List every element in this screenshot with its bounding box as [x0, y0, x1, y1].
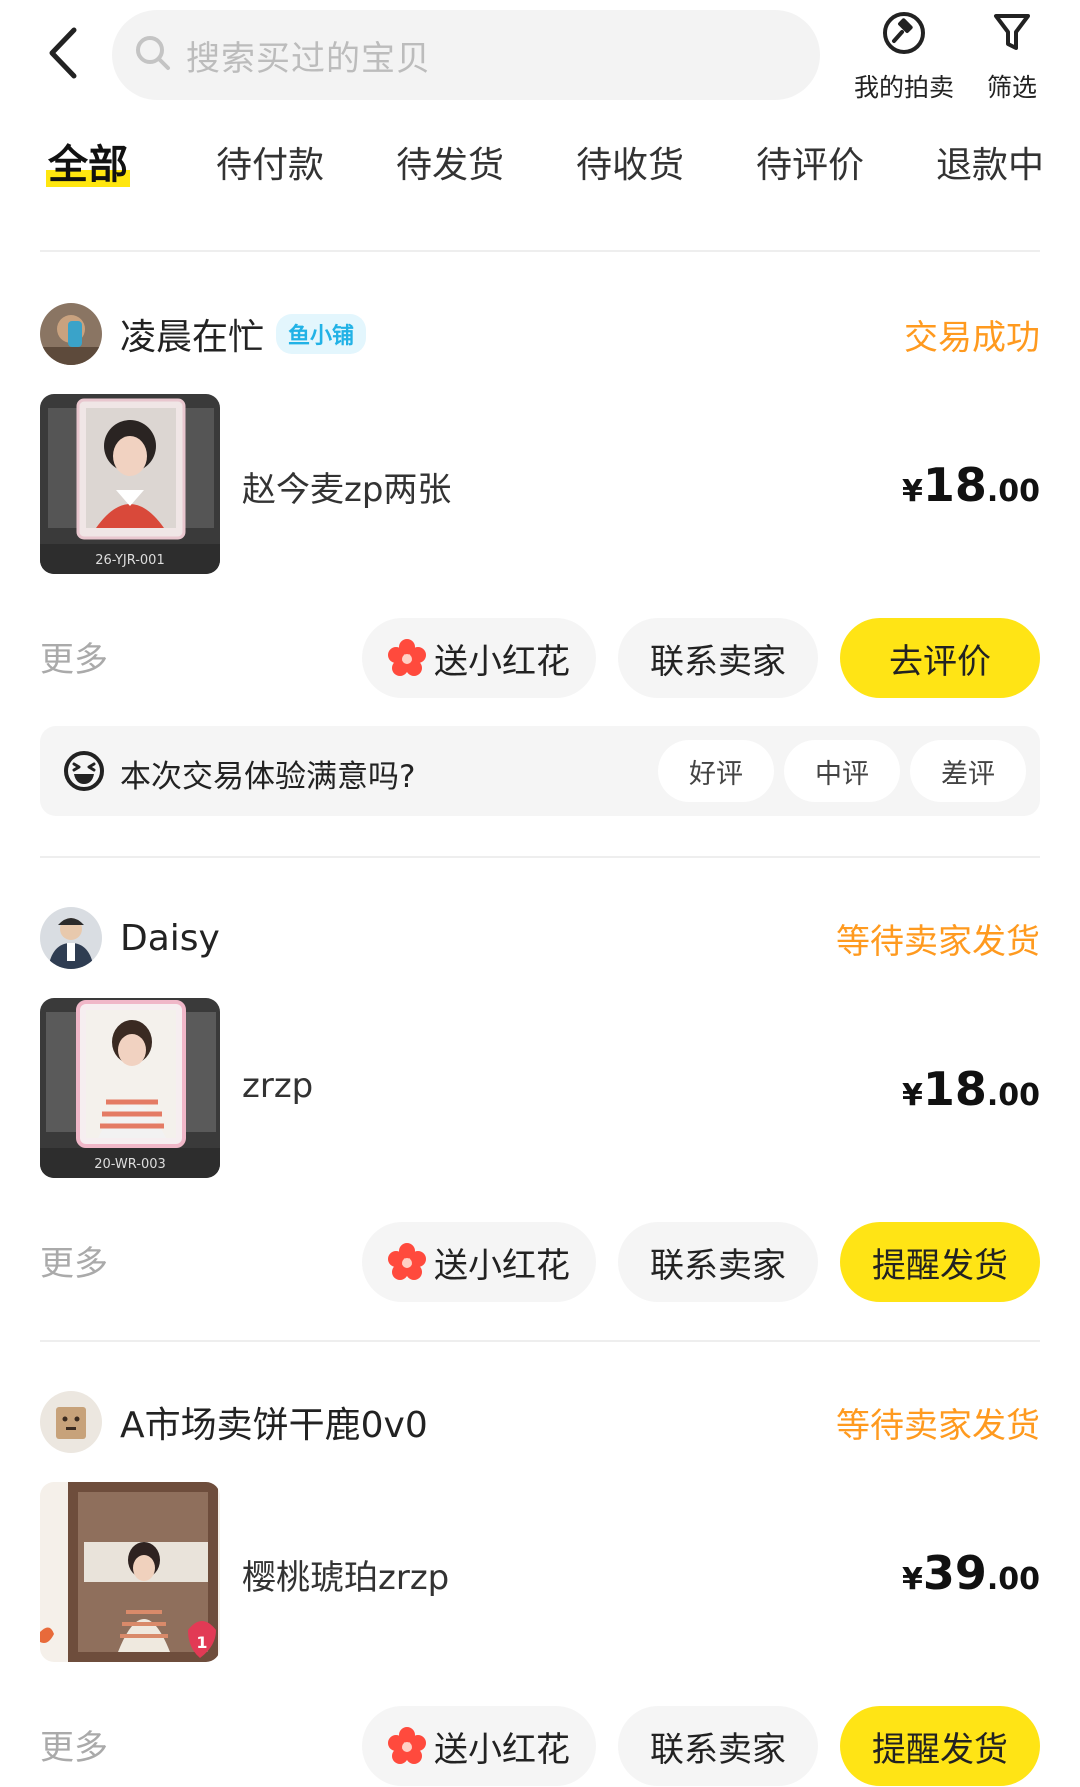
item-price: ¥18.00 — [902, 458, 1040, 512]
search-input[interactable]: 搜索买过的宝贝 — [112, 10, 820, 100]
thumbnail-caption: 26-YJR-001 — [95, 553, 164, 568]
search-icon — [134, 34, 172, 76]
send-flower-label: 送小红花 — [434, 641, 570, 682]
thumbnail-caption: 20-WR-003 — [94, 1157, 166, 1172]
avatar — [40, 907, 102, 969]
funnel-icon — [992, 10, 1032, 60]
tab-pending-shipment[interactable]: 待发货 — [396, 136, 504, 188]
top-bar: 搜索买过的宝贝 我的拍卖 筛选 — [0, 0, 1080, 110]
order-status: 等待卖家发货 — [836, 1406, 1040, 1446]
survey-question: 本次交易体验满意吗? — [120, 759, 416, 795]
send-flower-button[interactable]: 送小红花 — [362, 1222, 596, 1302]
avatar — [40, 1391, 102, 1453]
thumbnail-count-badge: 1 — [196, 1633, 207, 1652]
price-decimal: .00 — [986, 1562, 1040, 1597]
tab-all-label: 全部 — [48, 142, 128, 188]
contact-seller-button[interactable]: 联系卖家 — [618, 1222, 818, 1302]
good-review-option[interactable]: 好评 — [658, 740, 774, 802]
neutral-review-option[interactable]: 中评 — [784, 740, 900, 802]
contact-seller-button[interactable]: 联系卖家 — [618, 618, 818, 698]
review-button[interactable]: 去评价 — [840, 618, 1040, 698]
remind-shipment-button[interactable]: 提醒发货 — [840, 1706, 1040, 1786]
seller-name: 凌晨在忙 — [120, 317, 265, 358]
item-price: ¥39.00 — [902, 1546, 1040, 1600]
more-button[interactable]: 更多 — [40, 1236, 108, 1285]
send-flower-button[interactable]: 送小红花 — [362, 1706, 596, 1786]
price-currency: ¥ — [901, 474, 923, 509]
my-auction-label: 我的拍卖 — [853, 73, 954, 102]
back-icon[interactable] — [40, 22, 90, 84]
filter-button[interactable]: 筛选 — [982, 10, 1042, 104]
more-button[interactable]: 更多 — [40, 632, 108, 681]
send-flower-label: 送小红花 — [434, 1245, 570, 1286]
remind-shipment-button[interactable]: 提醒发货 — [840, 1222, 1040, 1302]
satisfaction-survey: 本次交易体验满意吗? 好评 中评 差评 — [40, 726, 1040, 816]
tab-pending-payment[interactable]: 待付款 — [216, 136, 324, 188]
price-decimal: .00 — [986, 1078, 1040, 1113]
tab-pending-review[interactable]: 待评价 — [756, 136, 864, 188]
shop-badge: 鱼小铺 — [276, 314, 367, 354]
bad-review-option[interactable]: 差评 — [910, 740, 1026, 802]
item-price: ¥18.00 — [902, 1062, 1040, 1116]
order-status: 交易成功 — [904, 318, 1040, 358]
order-status-tabs: 全部 待付款 待发货 待收货 待评价 退款中 — [0, 126, 1080, 206]
seller-row[interactable]: 凌晨在忙 鱼小铺 — [40, 302, 367, 366]
send-flower-button[interactable]: 送小红花 — [362, 618, 596, 698]
filter-label: 筛选 — [986, 73, 1037, 102]
seller-row[interactable]: Daisy — [40, 906, 220, 970]
contact-seller-button[interactable]: 联系卖家 — [618, 1706, 818, 1786]
send-flower-label: 送小红花 — [434, 1729, 570, 1770]
divider — [40, 1340, 1040, 1342]
avatar — [40, 303, 102, 365]
tab-refunding[interactable]: 退款中 — [936, 136, 1044, 188]
red-flower-icon — [388, 1727, 426, 1765]
more-button[interactable]: 更多 — [40, 1720, 108, 1769]
divider — [40, 250, 1040, 252]
product-thumbnail[interactable]: 20-WR-003 — [40, 998, 220, 1178]
item-title[interactable]: zrzp — [242, 1066, 313, 1106]
price-integer: 39 — [922, 1546, 987, 1600]
item-title[interactable]: 赵今麦zp两张 — [242, 462, 451, 511]
tab-all[interactable]: 全部 — [46, 132, 130, 190]
product-thumbnail[interactable]: 26-YJR-001 — [40, 394, 220, 574]
price-decimal: .00 — [986, 474, 1040, 509]
search-placeholder: 搜索买过的宝贝 — [186, 38, 431, 79]
auction-gavel-icon — [881, 10, 927, 60]
order-status: 等待卖家发货 — [836, 922, 1040, 962]
seller-row[interactable]: A市场卖饼干鹿0v0 — [40, 1390, 428, 1454]
seller-name: A市场卖饼干鹿0v0 — [120, 1405, 428, 1446]
laughing-face-icon — [62, 749, 106, 797]
seller-name: Daisy — [120, 917, 220, 959]
price-currency: ¥ — [901, 1562, 923, 1597]
product-thumbnail[interactable]: 1 — [40, 1482, 220, 1662]
tab-pending-receipt[interactable]: 待收货 — [576, 136, 684, 188]
price-integer: 18 — [922, 458, 987, 512]
item-title[interactable]: 樱桃琥珀zrzp — [242, 1550, 449, 1599]
red-flower-icon — [388, 639, 426, 677]
price-integer: 18 — [922, 1062, 987, 1116]
red-flower-icon — [388, 1243, 426, 1281]
my-auction-button[interactable]: 我的拍卖 — [850, 10, 958, 104]
divider — [40, 856, 1040, 858]
price-currency: ¥ — [901, 1078, 923, 1113]
